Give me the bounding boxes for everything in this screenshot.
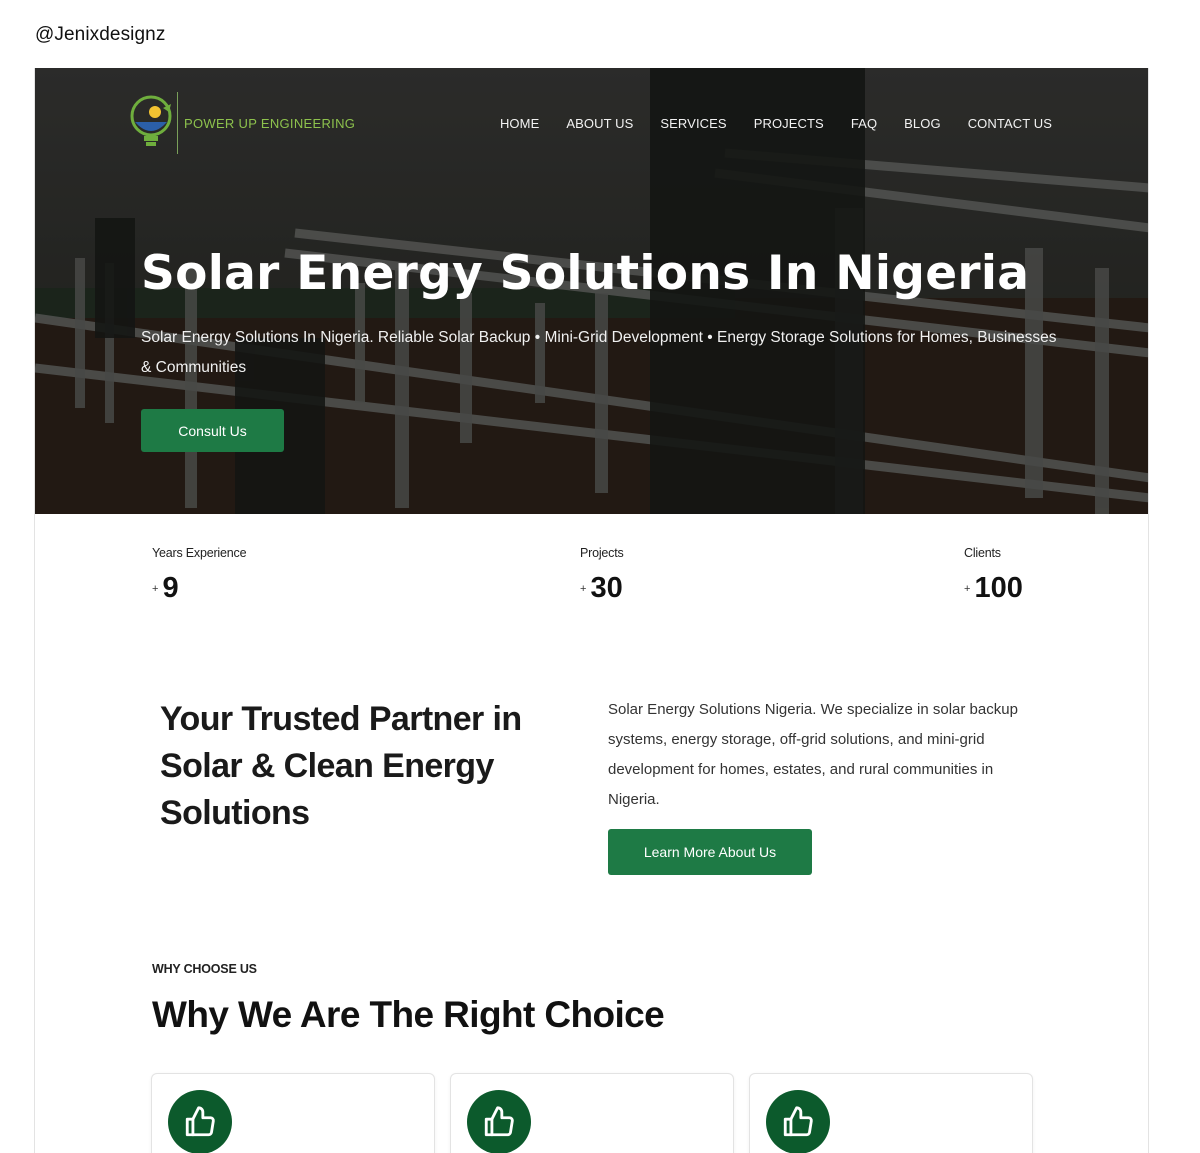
stat-value: + 30 bbox=[580, 572, 624, 605]
designer-credit: @Jenixdesignz bbox=[35, 24, 166, 45]
stat-plus: + bbox=[964, 582, 971, 595]
stat-projects: Projects + 30 bbox=[580, 546, 624, 605]
feature-card[interactable] bbox=[749, 1073, 1033, 1153]
hero-title: Solar Energy Solutions In Nigeria bbox=[141, 246, 1030, 301]
hero-section: POWER UP ENGINEERING HOME ABOUT US SERVI… bbox=[35, 68, 1148, 514]
nav-faq[interactable]: FAQ bbox=[851, 116, 877, 131]
why-heading: Why We Are The Right Choice bbox=[152, 994, 665, 1035]
thumbs-up-icon bbox=[467, 1090, 531, 1153]
thumbs-up-icon bbox=[766, 1090, 830, 1153]
about-description: Solar Energy Solutions Nigeria. We speci… bbox=[608, 701, 1018, 808]
thumbs-up-icon bbox=[168, 1090, 232, 1153]
feature-cards bbox=[151, 1073, 1033, 1153]
hero-subtitle: Solar Energy Solutions In Nigeria. Relia… bbox=[141, 329, 1057, 376]
lightbulb-sun-logo-icon bbox=[130, 95, 172, 146]
stat-label: Clients bbox=[964, 546, 1001, 560]
stat-years-experience: Years Experience + 9 bbox=[152, 546, 247, 605]
stat-value: + 100 bbox=[964, 572, 1023, 605]
stat-number: 30 bbox=[590, 572, 623, 604]
consult-us-button[interactable]: Consult Us bbox=[141, 409, 284, 452]
logo-divider bbox=[177, 92, 178, 154]
stat-number: 9 bbox=[162, 572, 179, 604]
stat-plus: + bbox=[152, 582, 159, 595]
stat-label: Years Experience bbox=[152, 546, 247, 560]
why-choose-us-tag: WHY CHOOSE US bbox=[152, 962, 257, 976]
nav-home[interactable]: HOME bbox=[500, 116, 539, 131]
nav-about-us[interactable]: ABOUT US bbox=[566, 116, 633, 131]
learn-more-about-us-button[interactable]: Learn More About Us bbox=[608, 829, 812, 875]
stat-value: + 9 bbox=[152, 572, 246, 605]
brand-name: POWER UP ENGINEERING bbox=[184, 115, 356, 131]
nav-services[interactable]: SERVICES bbox=[660, 116, 726, 131]
stat-label: Projects bbox=[580, 546, 624, 560]
feature-card[interactable] bbox=[151, 1073, 435, 1153]
main-navigation: HOME ABOUT US SERVICES PROJECTS FAQ BLOG… bbox=[473, 116, 1052, 131]
feature-card[interactable] bbox=[450, 1073, 734, 1153]
stat-plus: + bbox=[580, 582, 587, 595]
stat-number: 100 bbox=[974, 572, 1023, 604]
brand-logo[interactable]: POWER UP ENGINEERING bbox=[125, 92, 355, 154]
about-heading: Your Trusted Partner in Solar & Clean En… bbox=[160, 700, 522, 832]
nav-contact-us[interactable]: CONTACT US bbox=[968, 116, 1052, 131]
website-frame: POWER UP ENGINEERING HOME ABOUT US SERVI… bbox=[34, 68, 1149, 1153]
stat-clients: Clients + 100 bbox=[964, 546, 1023, 605]
nav-projects[interactable]: PROJECTS bbox=[754, 116, 824, 131]
nav-blog[interactable]: BLOG bbox=[904, 116, 941, 131]
